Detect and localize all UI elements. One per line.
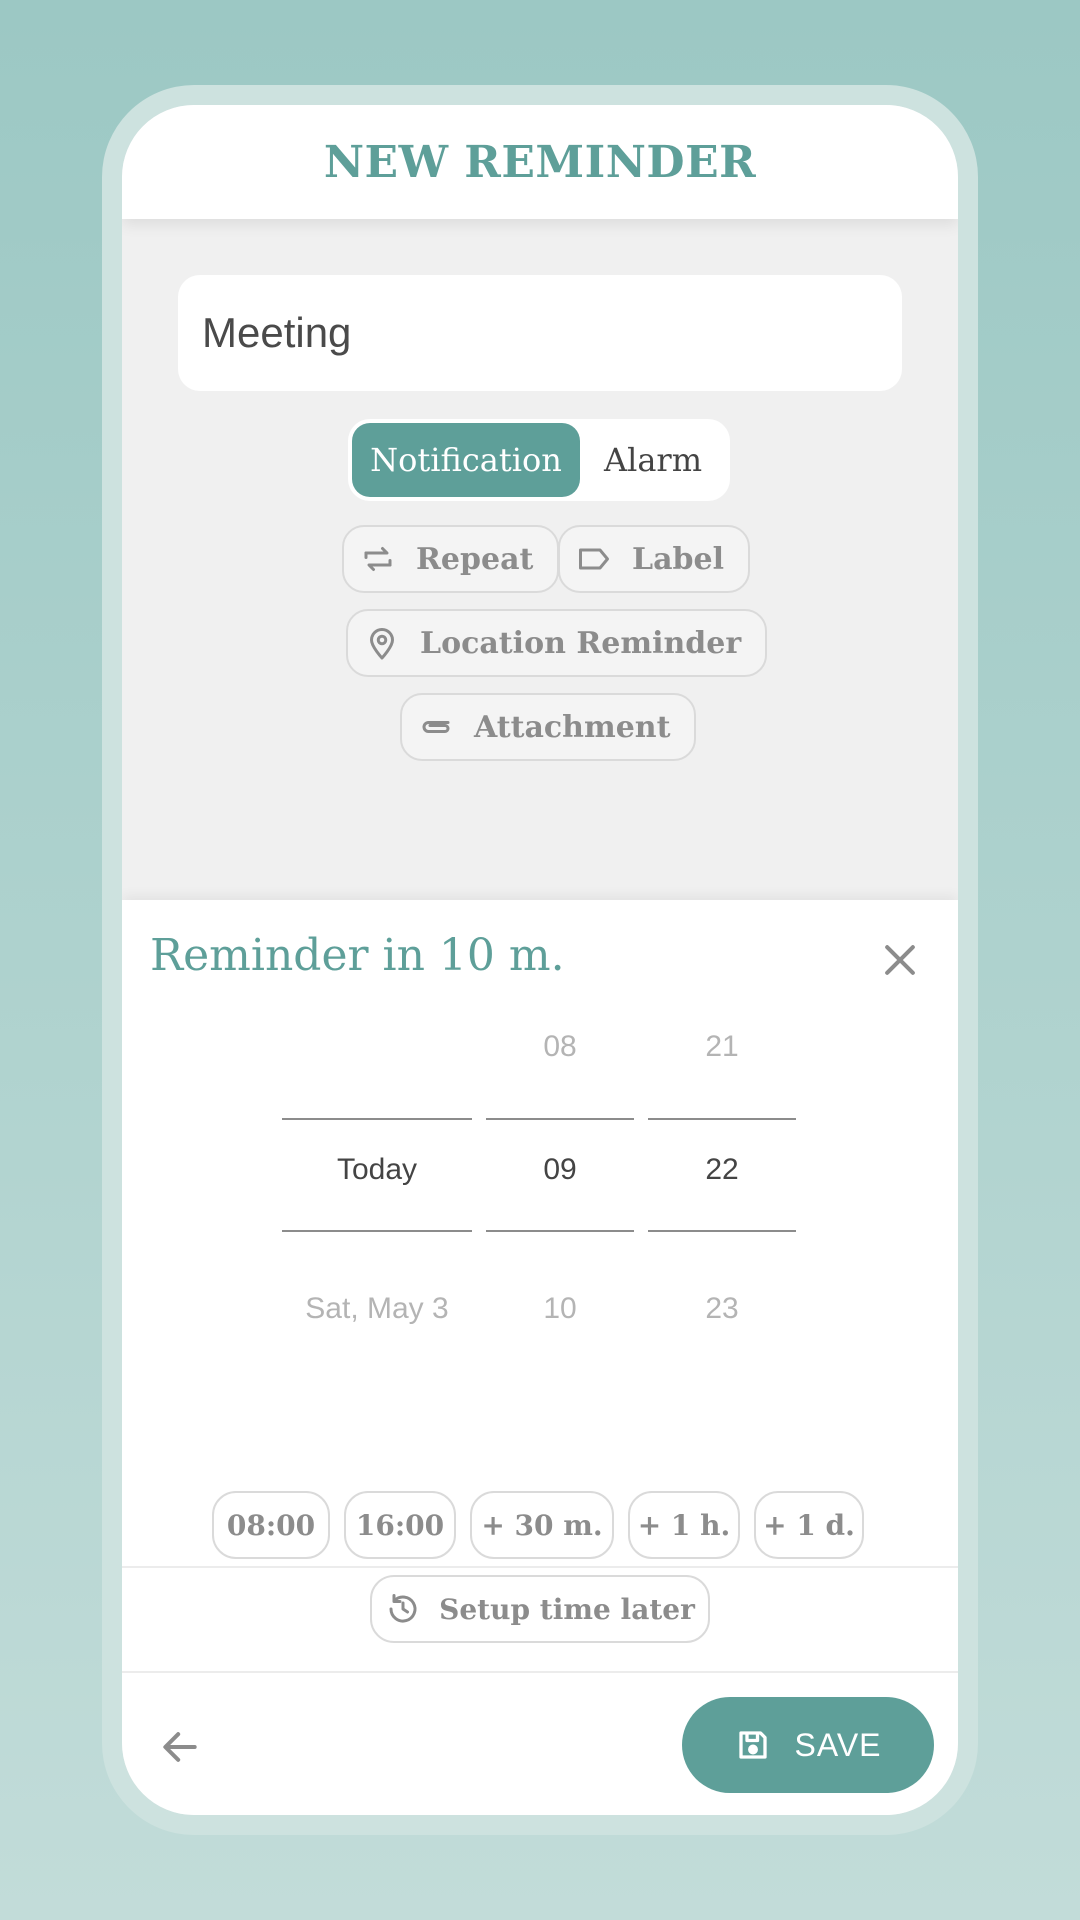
attachment-button[interactable]: Attachment bbox=[400, 693, 697, 761]
page-title: NEW REMINDER bbox=[323, 136, 757, 188]
footer-divider bbox=[122, 1671, 958, 1673]
quick-add-30m[interactable]: + 30 m. bbox=[470, 1491, 614, 1559]
alarm-option[interactable]: Alarm bbox=[580, 423, 726, 497]
setup-time-later-label: Setup time later bbox=[439, 1592, 695, 1626]
repeat-icon bbox=[364, 547, 392, 571]
setup-time-later-button[interactable]: Setup time later bbox=[370, 1575, 710, 1643]
label-tag-icon bbox=[579, 548, 609, 570]
history-icon bbox=[389, 1594, 417, 1623]
close-icon[interactable] bbox=[878, 938, 922, 982]
divider bbox=[122, 1566, 958, 1568]
quick-time-1600[interactable]: 16:00 bbox=[344, 1491, 456, 1559]
minute-next: 23 bbox=[705, 1292, 739, 1325]
picker-line bbox=[648, 1118, 796, 1120]
quick-add-1h[interactable]: + 1 h. bbox=[628, 1491, 740, 1559]
day-picker[interactable]: Today Sat, May 3 bbox=[282, 1030, 472, 1350]
day-next: Sat, May 3 bbox=[305, 1292, 449, 1325]
picker-line bbox=[282, 1230, 472, 1232]
minute-selected: 22 bbox=[705, 1153, 739, 1186]
label-label: Label bbox=[632, 541, 724, 577]
location-reminder-label: Location Reminder bbox=[420, 625, 742, 661]
day-selected: Today bbox=[336, 1153, 418, 1186]
repeat-button[interactable]: Repeat bbox=[342, 525, 560, 593]
paperclip-icon bbox=[422, 721, 450, 733]
picker-line bbox=[282, 1118, 472, 1120]
reminder-title-value: Meeting bbox=[202, 309, 352, 356]
notification-option[interactable]: Notification bbox=[352, 423, 580, 497]
hour-selected: 09 bbox=[543, 1153, 577, 1186]
reminder-countdown-title: Reminder in 10 m. bbox=[150, 930, 565, 981]
label-button[interactable]: Label bbox=[558, 525, 750, 593]
attachment-label: Attachment bbox=[474, 709, 671, 745]
location-pin-icon bbox=[370, 628, 394, 660]
save-button[interactable]: SAVE bbox=[682, 1697, 934, 1793]
minute-picker[interactable]: 21 22 23 bbox=[648, 1030, 796, 1350]
quick-add-1d[interactable]: + 1 d. bbox=[754, 1491, 864, 1559]
location-reminder-button[interactable]: Location Reminder bbox=[346, 609, 768, 677]
repeat-label: Repeat bbox=[416, 541, 534, 577]
picker-line bbox=[486, 1118, 634, 1120]
reminder-title-input[interactable]: Meeting bbox=[178, 275, 902, 391]
arrow-left-icon[interactable] bbox=[158, 1725, 202, 1769]
quick-time-0800[interactable]: 08:00 bbox=[212, 1491, 330, 1559]
app-screen: NEW REMINDER Meeting Notification Alarm … bbox=[122, 105, 958, 1815]
hour-next: 10 bbox=[543, 1292, 577, 1325]
reminder-type-toggle: Notification Alarm bbox=[348, 419, 730, 501]
hour-picker[interactable]: 08 09 10 bbox=[486, 1030, 634, 1350]
save-label: SAVE bbox=[794, 1726, 882, 1763]
floppy-disk-icon bbox=[738, 1731, 767, 1759]
hour-prev: 08 bbox=[543, 1030, 577, 1063]
app-header: NEW REMINDER bbox=[122, 105, 958, 219]
picker-line bbox=[486, 1230, 634, 1232]
minute-prev: 21 bbox=[705, 1030, 739, 1063]
time-picker-panel: Reminder in 10 m. Today Sat, May 3 08 09… bbox=[122, 900, 958, 1815]
picker-line bbox=[648, 1230, 796, 1232]
